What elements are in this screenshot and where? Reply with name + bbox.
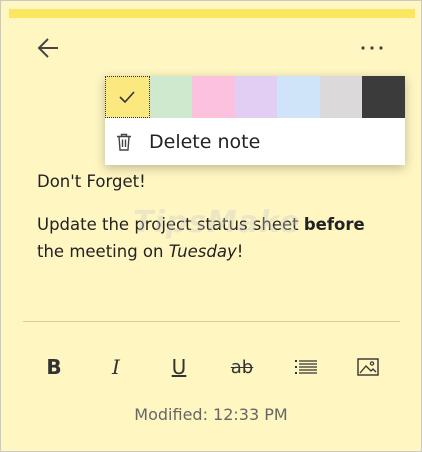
note-text[interactable]: Don't Forget! Update the project status …: [37, 168, 365, 265]
italic-button[interactable]: I: [101, 352, 131, 382]
bullet-list-button[interactable]: [291, 352, 321, 382]
color-swatch-blue[interactable]: [277, 76, 320, 118]
color-swatch-charcoal[interactable]: [362, 76, 406, 118]
modified-timestamp: Modified: 12:33 PM: [134, 405, 288, 424]
note-paragraph: Update the project status sheet before t…: [37, 211, 365, 265]
color-swatch-yellow[interactable]: [105, 76, 150, 118]
note-line-2-text: Update the project status sheet: [37, 215, 304, 234]
italic-icon: I: [112, 355, 120, 379]
arrow-left-icon: [37, 38, 58, 58]
color-swatch-green[interactable]: [149, 76, 193, 118]
color-swatch-purple[interactable]: [234, 76, 278, 118]
bold-button[interactable]: B: [39, 352, 69, 382]
more-options-button[interactable]: [356, 36, 388, 60]
bullet-list-icon: [295, 360, 317, 374]
trash-icon: [117, 133, 131, 151]
insert-image-button[interactable]: [353, 352, 383, 382]
bold-icon: B: [46, 355, 62, 379]
delete-note-label: Delete note: [149, 131, 261, 153]
more-horizontal-icon: [361, 46, 383, 50]
note-color-bar[interactable]: [9, 9, 415, 18]
note-menu-popup: Delete note: [105, 76, 406, 165]
bold-word: before: [303, 215, 365, 234]
strikethrough-button[interactable]: ab: [227, 352, 257, 382]
image-icon: [357, 358, 379, 376]
checkmark-icon: [119, 91, 135, 104]
color-swatch-pink[interactable]: [192, 76, 235, 118]
delete-note-button[interactable]: Delete note: [105, 119, 405, 165]
underline-icon: U: [171, 355, 187, 379]
italic-word: Tuesday: [168, 242, 237, 261]
note-line-1: Don't Forget!: [37, 172, 146, 191]
underline-button[interactable]: U: [164, 352, 194, 382]
color-swatch-gray[interactable]: [319, 76, 363, 118]
color-swatch-row: [105, 76, 406, 118]
note-line-3-text: the meeting on: [37, 242, 169, 261]
strikethrough-icon: ab: [230, 356, 254, 378]
note-line-3-end: !: [236, 242, 244, 261]
toolbar-divider: [23, 321, 400, 322]
back-button[interactable]: [32, 32, 64, 64]
